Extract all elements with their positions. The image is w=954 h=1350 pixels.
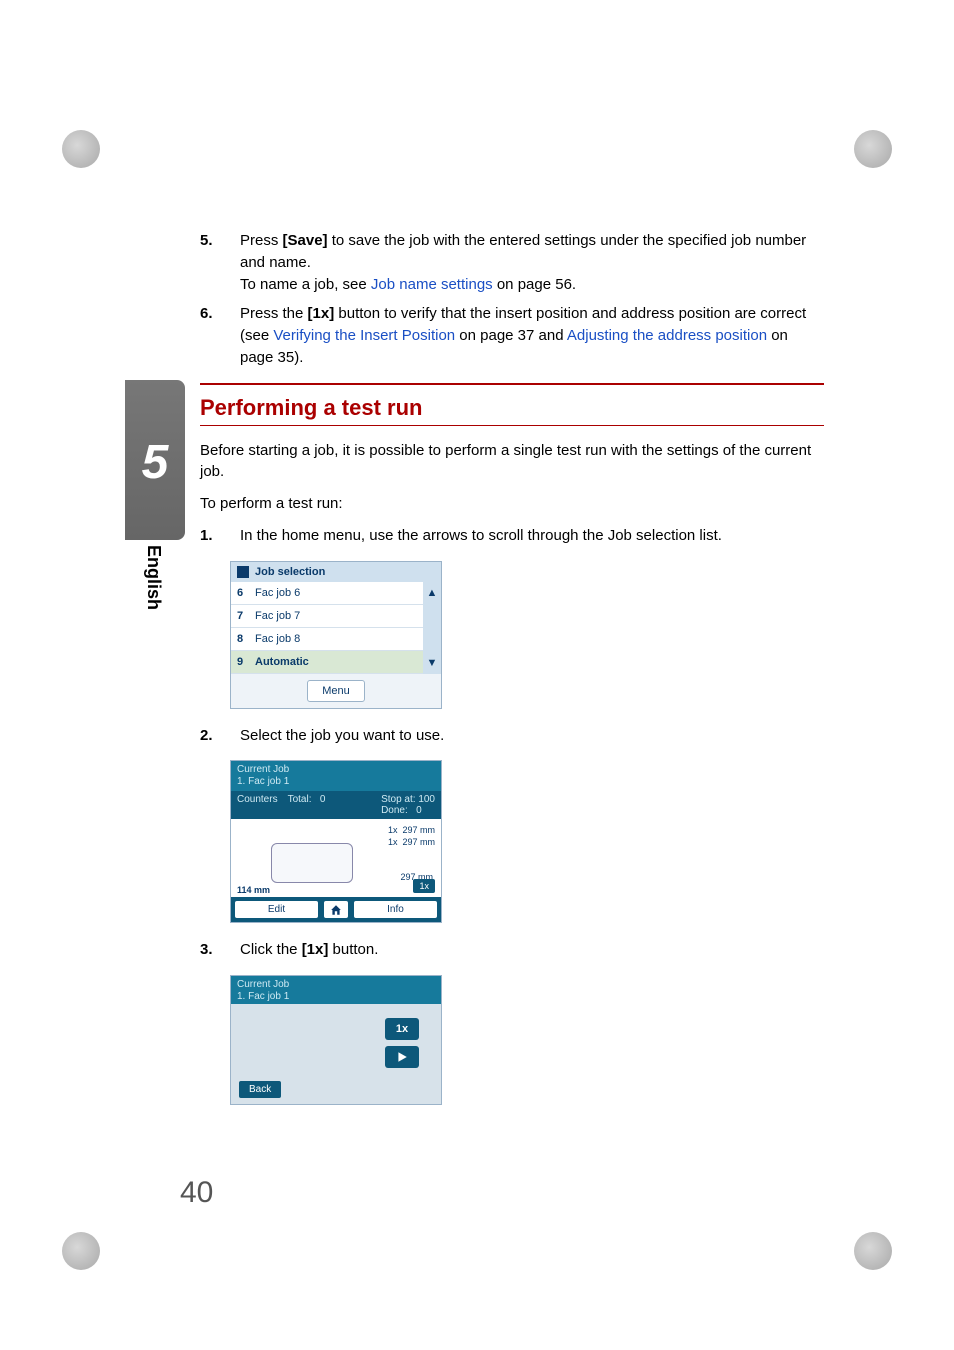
home-icon — [330, 904, 342, 916]
link-verify-insert[interactable]: Verifying the Insert Position — [273, 327, 455, 344]
section-rule-top — [200, 383, 824, 385]
figure-1x-run: Current Job 1. Fac job 1 1x Back — [230, 975, 824, 1105]
panel-header: Current Job 1. Fac job 1 — [231, 761, 441, 791]
crop-dot — [854, 130, 892, 168]
step-text: Press the [1x] button to verify that the… — [240, 303, 824, 368]
scroll-up-button[interactable]: ▲ — [423, 582, 441, 604]
link-job-name-settings[interactable]: Job name settings — [371, 276, 493, 293]
steps-continued: 5. Press [Save] to save the job with the… — [200, 230, 824, 369]
section-rule-bottom — [200, 425, 824, 426]
panel-header: Current Job 1. Fac job 1 — [231, 976, 441, 1004]
crop-dot — [62, 1232, 100, 1270]
step-number: 6. — [200, 303, 222, 368]
onex-panel: Current Job 1. Fac job 1 1x Back — [230, 975, 442, 1105]
step-text: Press [Save] to save the job with the en… — [240, 230, 824, 295]
job-list: 6 Fac job 6 7 Fac job 7 8 Fac job 8 9 Au… — [231, 582, 423, 674]
section-intro: Before starting a job, it is possible to… — [200, 440, 824, 484]
steps-main: 1. In the home menu, use the arrows to s… — [200, 525, 824, 547]
home-button[interactable] — [324, 901, 348, 918]
info-button[interactable]: Info — [354, 901, 437, 918]
job-row[interactable]: 7 Fac job 7 — [231, 605, 423, 628]
step-number: 1. — [200, 525, 222, 547]
step-text: In the home menu, use the arrows to scro… — [240, 525, 824, 547]
step-text: Click the [1x] button. — [240, 939, 824, 961]
machine-illustration — [271, 843, 353, 883]
figure-job-selection: Job selection 6 Fac job 6 7 Fac job 7 8 … — [230, 561, 824, 709]
step-number: 2. — [200, 725, 222, 747]
job-selection-panel: Job selection 6 Fac job 6 7 Fac job 7 8 … — [230, 561, 442, 709]
job-row-selected[interactable]: 9 Automatic — [231, 651, 423, 674]
onex-button[interactable]: 1x — [385, 1018, 419, 1040]
chapter-number: 5 — [125, 380, 185, 490]
panel-title: Job selection — [231, 562, 441, 582]
play-icon — [396, 1051, 408, 1063]
job-row[interactable]: 6 Fac job 6 — [231, 582, 423, 605]
figure-current-job: Current Job 1. Fac job 1 Counters Total:… — [230, 760, 824, 923]
edit-button[interactable]: Edit — [235, 901, 318, 918]
step-text: Select the job you want to use. — [240, 725, 824, 747]
envelope-size: 114 mm — [237, 885, 270, 895]
step-number: 3. — [200, 939, 222, 961]
section-heading: Performing a test run — [200, 395, 824, 421]
job-row[interactable]: 8 Fac job 8 — [231, 628, 423, 651]
crop-dot — [854, 1232, 892, 1270]
language-tab: English — [143, 545, 164, 610]
step-number: 5. — [200, 230, 222, 295]
current-job-panel: Current Job 1. Fac job 1 Counters Total:… — [230, 760, 442, 923]
crop-dot — [62, 130, 100, 168]
scroll-bar: ▲ ▼ — [423, 582, 441, 674]
menu-button[interactable]: Menu — [307, 680, 365, 702]
section-lead: To perform a test run: — [200, 493, 824, 515]
page-number: 40 — [180, 1176, 213, 1210]
chapter-tab: 5 — [125, 380, 185, 540]
onex-badge[interactable]: 1x — [413, 879, 435, 893]
scroll-down-button[interactable]: ▼ — [423, 652, 441, 674]
link-adjust-address[interactable]: Adjusting the address position — [567, 327, 767, 344]
back-button[interactable]: Back — [239, 1081, 281, 1098]
start-button[interactable] — [385, 1046, 419, 1068]
home-icon — [237, 566, 249, 578]
feeder-sizes: 1x 297 mm 1x 297 mm 297 mm — [388, 825, 435, 883]
counters-bar: Counters Total: 0 Stop at: 100 Done: 0 — [231, 791, 441, 819]
